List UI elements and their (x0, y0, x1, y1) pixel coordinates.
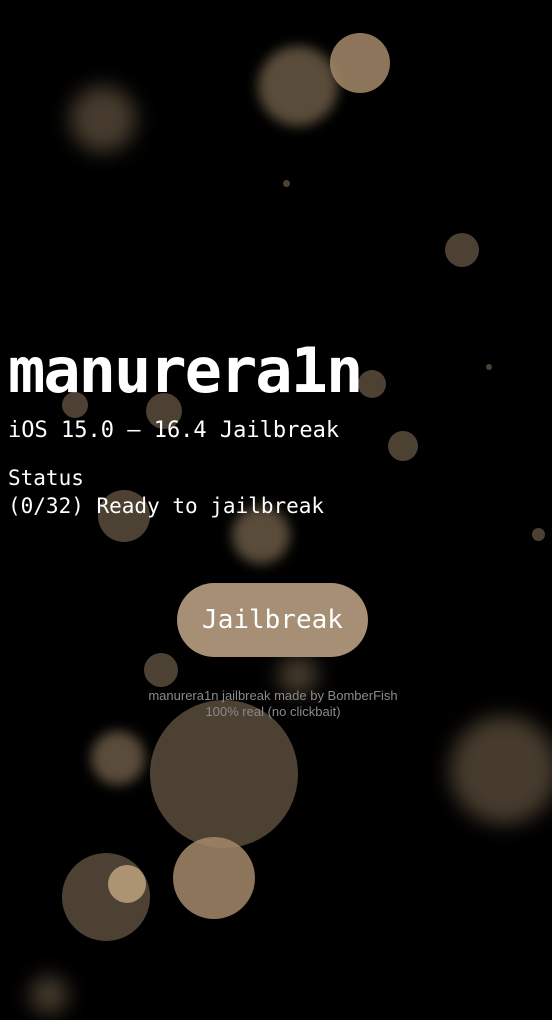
app-title: manurera1n (8, 334, 363, 407)
app-subtitle: iOS 15.0 – 16.4 Jailbreak (8, 418, 340, 443)
tagline: 100% real (no clickbait) (205, 704, 341, 719)
main-screen: manurera1n iOS 15.0 – 16.4 Jailbreak Sta… (0, 0, 552, 1020)
jailbreak-button-label: Jailbreak (202, 605, 343, 635)
status-label: Status (8, 466, 84, 490)
jailbreak-button[interactable]: Jailbreak (177, 583, 368, 657)
credit-line: manurera1n jailbreak made by BomberFish (148, 688, 398, 703)
footer-credits: manurera1n jailbreak made by BomberFish … (0, 688, 546, 720)
status-progress-text: (0/32) Ready to jailbreak (8, 494, 325, 518)
